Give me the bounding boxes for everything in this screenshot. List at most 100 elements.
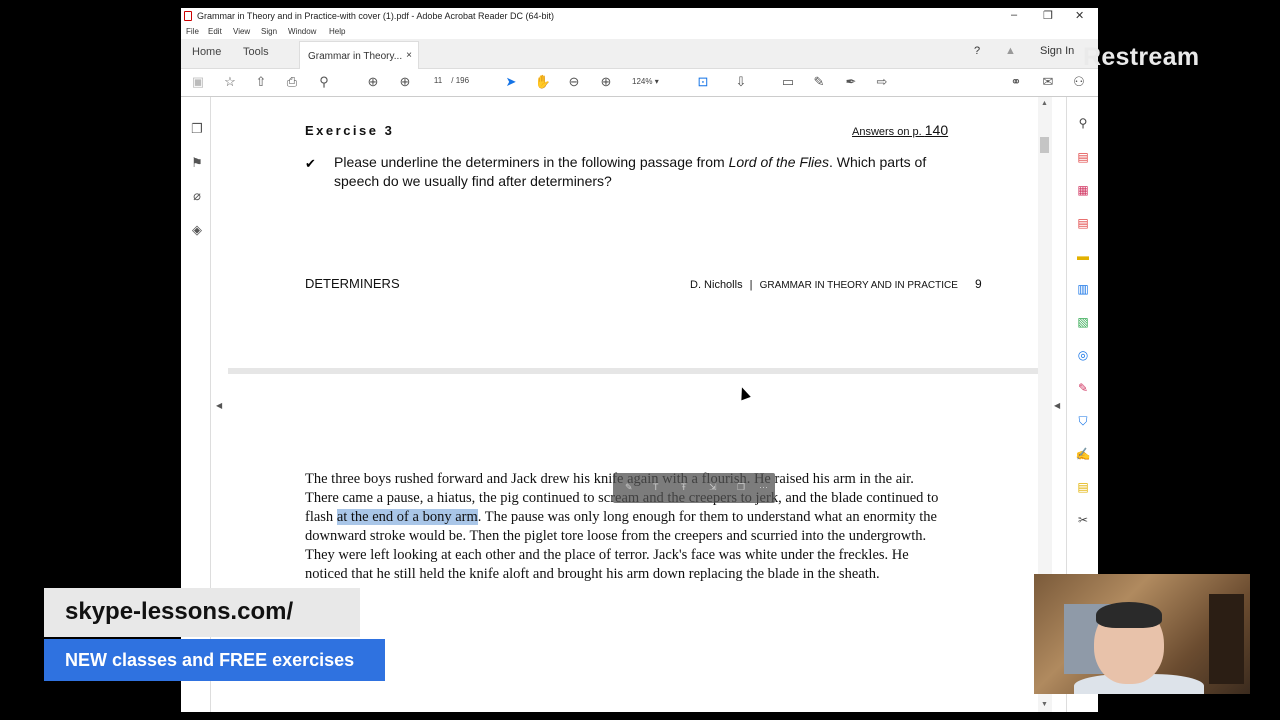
page-footer-section: DETERMINERS (305, 276, 400, 291)
comment-tool-icon[interactable]: ▬ (1075, 248, 1091, 264)
webcam-video (1034, 574, 1250, 694)
zoom-search-icon[interactable]: ⚲ (1075, 115, 1091, 131)
scroll-down-icon[interactable]: ▼ (1041, 701, 1048, 708)
add-user-icon[interactable]: ⚇ (1070, 74, 1088, 90)
menu-sign[interactable]: Sign (261, 27, 277, 36)
text-insert-icon[interactable]: T (653, 482, 659, 492)
tab-document[interactable]: Grammar in Theory... × (299, 41, 419, 69)
bookmark-star-icon[interactable]: ☆ (221, 74, 239, 90)
search-icon[interactable]: ⚲ (315, 74, 333, 90)
footer-page-number: 9 (975, 277, 982, 291)
footer-book-title: Grammar in Theory and in Practice (759, 280, 958, 291)
page-number-box[interactable]: 11 / 196 (427, 75, 469, 86)
previous-page-icon[interactable]: ⊕ (364, 74, 382, 90)
upload-cloud-icon[interactable]: ⇧ (252, 74, 270, 90)
tab-tools[interactable]: Tools (243, 46, 269, 58)
share-icon[interactable]: ⇨ (873, 74, 891, 90)
close-tab-icon[interactable]: × (406, 50, 412, 61)
layers-icon[interactable]: ◈ (189, 222, 205, 238)
exercise-heading: Exercise 3 (305, 123, 395, 138)
fit-page-icon[interactable]: ⊡ (694, 74, 712, 90)
menu-help[interactable]: Help (329, 27, 345, 36)
select-cursor-icon[interactable]: ➤ (502, 74, 520, 90)
email-icon[interactable]: ✉ (1039, 74, 1057, 90)
menu-bar: File Edit View Sign Window Help (181, 25, 1098, 39)
zoom-select[interactable]: 124% ▾ (632, 77, 659, 86)
more-options-icon[interactable]: ⋯ (759, 482, 768, 493)
menu-edit[interactable]: Edit (208, 27, 222, 36)
book-title: Lord of the Flies (728, 154, 829, 170)
tab-home[interactable]: Home (192, 46, 221, 58)
export-pdf-icon[interactable]: ▤ (1075, 215, 1091, 231)
next-page-icon[interactable]: ⊕ (396, 74, 414, 90)
main-toolbar: ▣ ☆ ⇧ ⎙ ⚲ ⊕ ⊕ 11 / 196 ➤ ✋ ⊖ ⊕ 124% ▾ ⊡ … (181, 69, 1098, 97)
more-tools-icon[interactable]: ✂ (1075, 512, 1091, 528)
zoom-in-icon[interactable]: ⊕ (597, 74, 615, 90)
compress-pdf-icon[interactable]: ◎ (1075, 347, 1091, 363)
collapse-left-panel-icon[interactable]: ◀ (216, 401, 222, 410)
save-icon[interactable]: ▣ (189, 74, 207, 90)
collapse-right-panel-icon[interactable]: ◀ (1054, 401, 1060, 410)
notification-bell-icon[interactable]: ▲ (1005, 45, 1016, 57)
organize-pages-icon[interactable]: ▧ (1075, 314, 1091, 330)
tab-bar: Home Tools Grammar in Theory... × ? ▲ Si… (181, 39, 1098, 69)
attachments-icon[interactable]: ⌀ (189, 188, 205, 204)
edit-pdf-icon[interactable]: ▦ (1075, 182, 1091, 198)
sign-in-link[interactable]: Sign In (1040, 45, 1074, 57)
webcam-shelf (1209, 594, 1244, 684)
share-file-icon[interactable]: ▤ (1075, 479, 1091, 495)
title-bar: Grammar in Theory and in Practice-with c… (181, 8, 1098, 25)
close-window-button[interactable]: ✕ (1075, 9, 1084, 22)
copy-icon[interactable]: ❐ (737, 482, 745, 493)
minimize-button[interactable]: – (1011, 9, 1017, 21)
webcam-person-hair (1096, 602, 1162, 628)
page-thumbnails-icon[interactable]: ❐ (189, 121, 205, 137)
answers-prefix: Answers on p. (852, 126, 925, 138)
hand-tool-icon[interactable]: ✋ (534, 74, 552, 90)
selection-mini-toolbar: ✎ T Ŧ ⇲ ❐ ⋯ (613, 473, 775, 503)
restore-button[interactable]: ❐ (1043, 9, 1053, 22)
sign-icon[interactable]: ✒ (842, 74, 860, 90)
scroll-thumb[interactable] (1040, 137, 1049, 153)
check-mark: ✔ (305, 156, 316, 171)
replace-text-icon[interactable]: ⇲ (709, 482, 717, 493)
scroll-up-icon[interactable]: ▲ (1041, 100, 1048, 107)
instruction-text-start: Please underline the determiners in the … (334, 154, 729, 170)
scroll-mode-icon[interactable]: ⇩ (732, 74, 750, 90)
bookmarks-icon[interactable]: ⚑ (189, 155, 205, 171)
highlight-pen-icon[interactable]: ✎ (810, 74, 828, 90)
help-icon[interactable]: ? (974, 45, 980, 57)
total-pages: 196 (455, 76, 470, 85)
promo-url-banner: skype-lessons.com/ (44, 588, 360, 637)
zoom-out-icon[interactable]: ⊖ (565, 74, 583, 90)
footer-separator: | (749, 279, 753, 291)
page-separator: / (451, 76, 454, 85)
print-icon[interactable]: ⎙ (283, 74, 301, 90)
strikethrough-icon[interactable]: Ŧ (681, 482, 687, 492)
highlighted-selection[interactable]: at the end of a bony arm (336, 509, 478, 525)
promo-message-banner: NEW classes and FREE exercises (44, 639, 385, 681)
annotate-pen-icon[interactable]: ✎ (625, 482, 633, 493)
exercise-instruction: Please underline the determiners in the … (334, 153, 974, 191)
pdf-page-9: Exercise 3 Answers on p. 140 ✔ Please un… (228, 97, 1038, 368)
combine-files-icon[interactable]: ▥ (1075, 281, 1091, 297)
current-page-input[interactable]: 11 (427, 75, 449, 86)
send-for-signature-icon[interactable]: ✍ (1075, 446, 1091, 462)
protect-shield-icon[interactable]: ⛉ (1075, 413, 1091, 429)
tab-document-label: Grammar in Theory... (308, 51, 403, 62)
create-pdf-icon[interactable]: ▤ (1075, 149, 1091, 165)
menu-view[interactable]: View (233, 27, 250, 36)
menu-file[interactable]: File (186, 27, 199, 36)
menu-window[interactable]: Window (288, 27, 316, 36)
fill-sign-icon[interactable]: ✎ (1075, 380, 1091, 396)
zoom-value: 124% (632, 77, 653, 86)
answers-page-number: 140 (924, 122, 949, 138)
answers-reference[interactable]: Answers on p. 140 (852, 122, 948, 138)
acrobat-icon (184, 11, 192, 21)
page-footer-meta: D. Nicholls | Grammar in Theory and in P… (690, 277, 982, 291)
comment-icon[interactable]: ▭ (779, 74, 797, 90)
footer-author: D. Nicholls (690, 279, 743, 291)
restream-watermark: Restream (1083, 43, 1200, 71)
window-title: Grammar in Theory and in Practice-with c… (197, 11, 554, 21)
link-icon[interactable]: ⚭ (1007, 74, 1025, 90)
